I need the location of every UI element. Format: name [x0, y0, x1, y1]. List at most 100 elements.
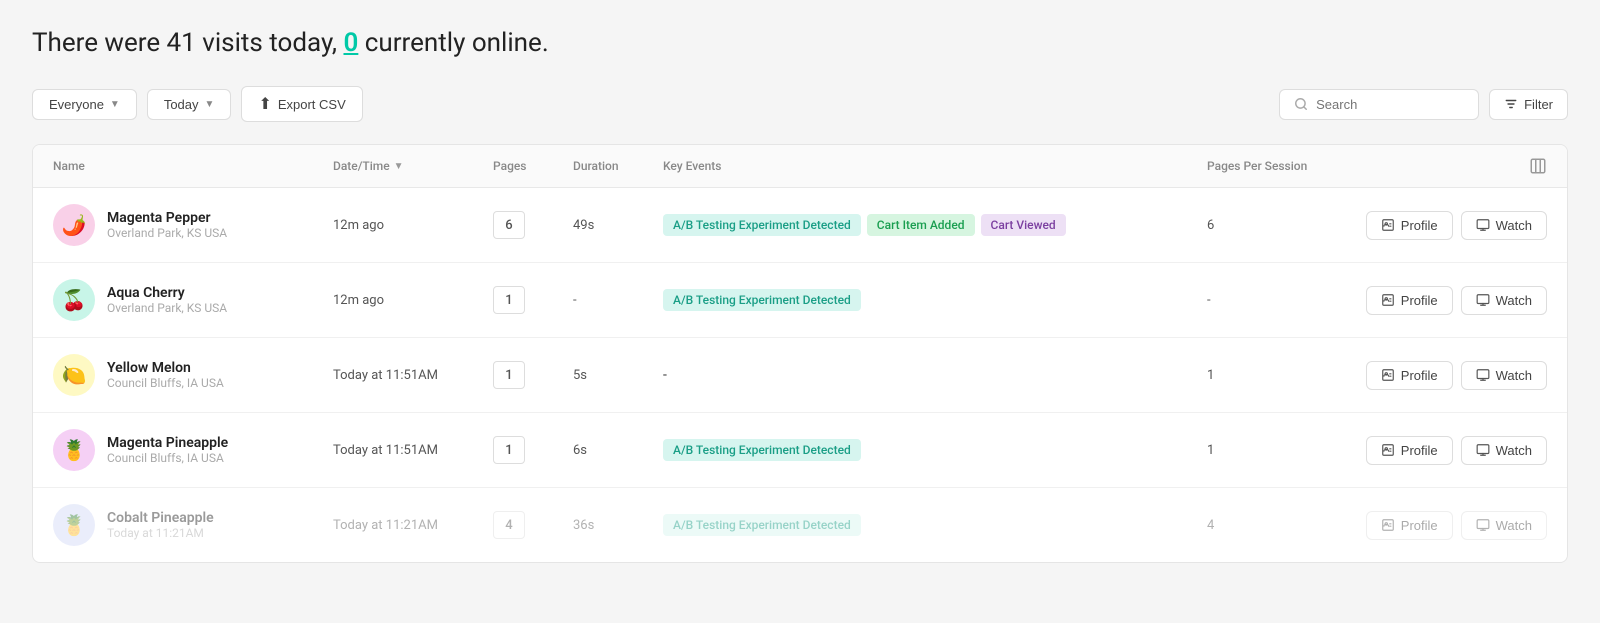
user-location: Council Bluffs, IA USA	[107, 451, 228, 465]
user-location: Overland Park, KS USA	[107, 301, 227, 315]
visit-duration: -	[573, 293, 663, 308]
filter-button[interactable]: Filter	[1489, 89, 1568, 120]
key-events: A/B Testing Experiment Detected	[663, 289, 1207, 311]
avatar: 🍋	[53, 354, 95, 396]
user-name: Cobalt Pineapple	[107, 510, 214, 526]
col-datetime: Date/Time ▼	[333, 159, 493, 173]
chevron-down-icon: ▼	[110, 99, 120, 110]
visit-datetime: 12m ago	[333, 293, 493, 308]
col-name: Name	[53, 159, 333, 173]
watch-icon	[1476, 218, 1490, 232]
avatar: 🌶️	[53, 204, 95, 246]
avatar: 🍒	[53, 279, 95, 321]
user-details: Magenta Pepper Overland Park, KS USA	[107, 210, 227, 240]
visit-pages: 1	[493, 436, 573, 464]
today-button[interactable]: Today ▼	[147, 89, 232, 120]
user-info: 🍋 Yellow Melon Council Bluffs, IA USA	[53, 354, 333, 396]
user-name: Aqua Cherry	[107, 285, 227, 301]
visit-duration: 49s	[573, 218, 663, 233]
headline-suffix: currently online.	[365, 28, 549, 58]
user-name: Yellow Melon	[107, 360, 224, 376]
sort-icon: ▼	[394, 161, 404, 172]
search-box	[1279, 89, 1479, 120]
key-event-badge: A/B Testing Experiment Detected	[663, 289, 861, 311]
table-row: 🌶️ Magenta Pepper Overland Park, KS USA …	[33, 188, 1567, 263]
user-info: 🌶️ Magenta Pepper Overland Park, KS USA	[53, 204, 333, 246]
user-location: Council Bluffs, IA USA	[107, 376, 224, 390]
visit-pages: 4	[493, 511, 573, 539]
pages-per-session: -	[1207, 293, 1367, 308]
row-actions: Profile Watch	[1367, 436, 1547, 465]
visit-duration: 6s	[573, 443, 663, 458]
profile-button[interactable]: Profile	[1366, 361, 1453, 390]
table-row: 🍍 Magenta Pineapple Council Bluffs, IA U…	[33, 413, 1567, 488]
page-container: There were 41 visits today, 0 currently …	[0, 0, 1600, 591]
toolbar: Everyone ▼ Today ▼ ⬆ Export CSV Filter	[32, 86, 1568, 122]
profile-button[interactable]: Profile	[1366, 511, 1453, 540]
avatar: 🍍	[53, 504, 95, 546]
profile-icon	[1381, 368, 1395, 382]
watch-button[interactable]: Watch	[1461, 436, 1547, 465]
key-events: -	[663, 367, 1207, 383]
profile-icon	[1381, 518, 1395, 532]
row-actions: Profile Watch	[1367, 286, 1547, 315]
col-actions-icon	[1367, 157, 1547, 175]
key-events: A/B Testing Experiment Detected	[663, 439, 1207, 461]
watch-label: Watch	[1496, 518, 1532, 533]
profile-icon	[1381, 443, 1395, 457]
row-actions: Profile Watch	[1367, 511, 1547, 540]
profile-label: Profile	[1401, 518, 1438, 533]
chevron-down-icon: ▼	[205, 99, 215, 110]
headline-prefix: There were 41 visits today,	[32, 28, 337, 58]
pages-per-session: 1	[1207, 368, 1367, 383]
visit-pages: 6	[493, 211, 573, 239]
export-icon: ⬆	[258, 94, 271, 114]
search-input[interactable]	[1316, 97, 1464, 112]
user-info: 🍍 Magenta Pineapple Council Bluffs, IA U…	[53, 429, 333, 471]
profile-label: Profile	[1401, 293, 1438, 308]
key-event-badge: A/B Testing Experiment Detected	[663, 514, 861, 536]
everyone-button[interactable]: Everyone ▼	[32, 89, 137, 120]
table-body: 🌶️ Magenta Pepper Overland Park, KS USA …	[33, 188, 1567, 562]
key-event-badge: Cart Item Added	[867, 214, 975, 236]
watch-button[interactable]: Watch	[1461, 211, 1547, 240]
watch-label: Watch	[1496, 443, 1532, 458]
today-label: Today	[164, 97, 199, 112]
visits-table: Name Date/Time ▼ Pages Duration Key Even…	[32, 144, 1568, 563]
avatar: 🍍	[53, 429, 95, 471]
watch-button[interactable]: Watch	[1461, 511, 1547, 540]
user-details: Cobalt Pineapple Today at 11:21AM	[107, 510, 214, 540]
row-actions: Profile Watch	[1367, 211, 1547, 240]
table-row: 🍋 Yellow Melon Council Bluffs, IA USA To…	[33, 338, 1567, 413]
profile-label: Profile	[1401, 443, 1438, 458]
watch-button[interactable]: Watch	[1461, 361, 1547, 390]
user-details: Magenta Pineapple Council Bluffs, IA USA	[107, 435, 228, 465]
profile-button[interactable]: Profile	[1366, 286, 1453, 315]
visit-duration: 5s	[573, 368, 663, 383]
col-duration: Duration	[573, 159, 663, 173]
filter-icon	[1504, 97, 1518, 111]
watch-label: Watch	[1496, 368, 1532, 383]
visit-datetime: 12m ago	[333, 218, 493, 233]
headline-highlight: 0	[343, 28, 358, 58]
user-details: Yellow Melon Council Bluffs, IA USA	[107, 360, 224, 390]
watch-button[interactable]: Watch	[1461, 286, 1547, 315]
visit-pages: 1	[493, 286, 573, 314]
user-details: Aqua Cherry Overland Park, KS USA	[107, 285, 227, 315]
table-header: Name Date/Time ▼ Pages Duration Key Even…	[33, 145, 1567, 188]
columns-icon[interactable]	[1529, 157, 1547, 175]
user-info: 🍍 Cobalt Pineapple Today at 11:21AM	[53, 504, 333, 546]
col-pages: Pages	[493, 159, 573, 173]
row-actions: Profile Watch	[1367, 361, 1547, 390]
profile-button[interactable]: Profile	[1366, 211, 1453, 240]
export-label: Export CSV	[278, 97, 346, 112]
watch-label: Watch	[1496, 218, 1532, 233]
watch-label: Watch	[1496, 293, 1532, 308]
search-icon	[1294, 97, 1308, 111]
profile-button[interactable]: Profile	[1366, 436, 1453, 465]
user-location: Today at 11:21AM	[107, 526, 214, 540]
watch-icon	[1476, 443, 1490, 457]
visit-datetime: Today at 11:51AM	[333, 368, 493, 383]
export-csv-button[interactable]: ⬆ Export CSV	[241, 86, 362, 122]
watch-icon	[1476, 368, 1490, 382]
